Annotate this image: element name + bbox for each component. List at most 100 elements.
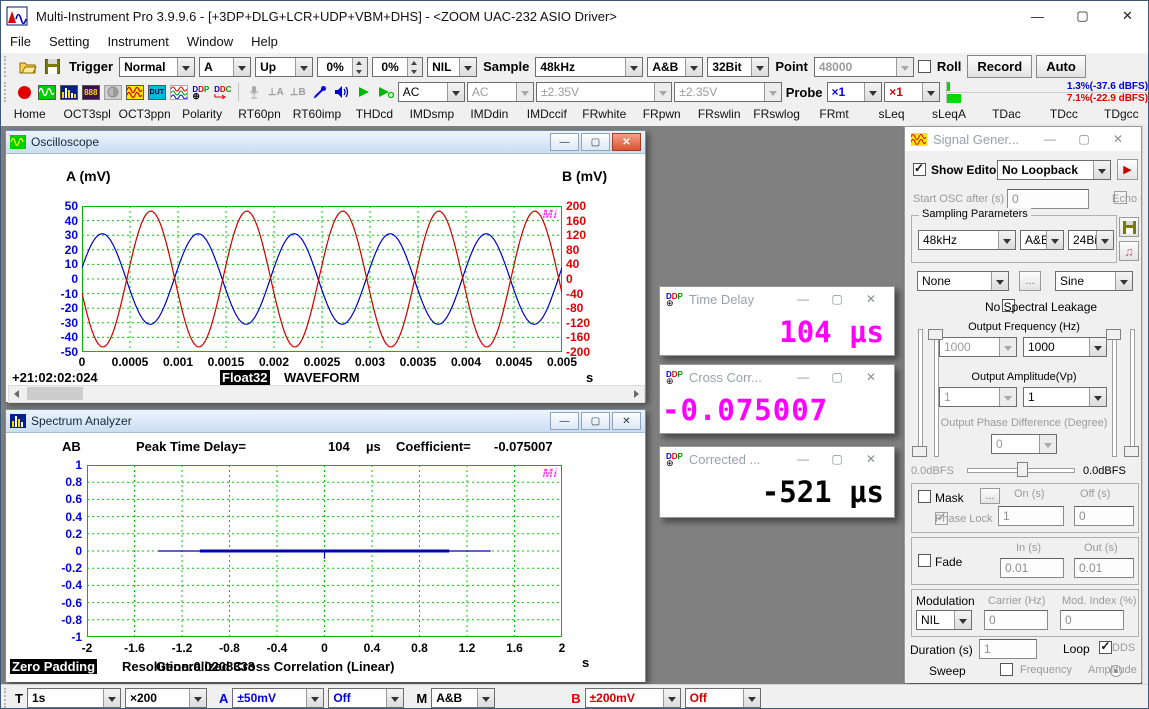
multimeter-icon[interactable]: 888: [81, 83, 101, 101]
oscilloscope-titlebar[interactable]: Oscilloscope — ▢ ✕: [6, 131, 645, 154]
generator-play-button[interactable]: ▶: [1117, 159, 1138, 180]
menu-instrument[interactable]: Instrument: [98, 31, 177, 53]
freq-b-select[interactable]: 1000: [1023, 337, 1107, 357]
restore-button[interactable]: ▢: [581, 133, 610, 151]
panel-tab[interactable]: Home: [1, 104, 58, 126]
panel-tab[interactable]: FRwhite: [576, 104, 633, 126]
show-editor-checkbox[interactable]: [913, 163, 926, 176]
restore-button[interactable]: ▢: [581, 412, 610, 430]
probe-b-select[interactable]: ×1: [884, 82, 940, 102]
panel-tab[interactable]: FRpwn: [633, 104, 690, 126]
panel-tab[interactable]: sLeqA: [920, 104, 977, 126]
panel-tab[interactable]: IMDdin: [461, 104, 518, 126]
multi-wave-icon[interactable]: [169, 83, 189, 101]
oscilloscope-icon[interactable]: [37, 83, 57, 101]
roll-checkbox[interactable]: [918, 60, 931, 73]
signal-generator-titlebar[interactable]: Signal Gener... — ▢ ✕: [905, 127, 1141, 151]
trigger-edge-select[interactable]: Up: [255, 57, 313, 77]
close-button[interactable]: ✕: [612, 412, 641, 430]
speaker-icon[interactable]: [332, 83, 352, 101]
maximize-button[interactable]: ▢: [1060, 1, 1105, 31]
menu-file[interactable]: File: [1, 31, 40, 53]
minimize-button[interactable]: —: [550, 412, 579, 430]
slider-thumb[interactable]: [1017, 462, 1028, 477]
waveform-select[interactable]: Sine: [1055, 271, 1133, 291]
trigger-level-spinner[interactable]: 0%: [317, 57, 368, 77]
spin-down-icon[interactable]: [353, 67, 367, 76]
toolbar-grip[interactable]: [4, 688, 11, 709]
slider-thumb[interactable]: [928, 329, 943, 340]
close-button[interactable]: ✕: [612, 133, 641, 151]
amp-b-select[interactable]: 1: [1023, 387, 1107, 407]
oscilloscope-plot[interactable]: Mi: [82, 206, 562, 352]
minimize-button[interactable]: —: [786, 452, 820, 466]
bit-depth-select[interactable]: 32Bit: [707, 57, 769, 77]
close-button[interactable]: ✕: [854, 292, 888, 306]
panel-tab[interactable]: Polarity: [173, 104, 230, 126]
play-icon[interactable]: [354, 83, 374, 101]
panel-tab[interactable]: RT60pn: [231, 104, 288, 126]
panel-tab[interactable]: IMDccif: [518, 104, 575, 126]
gen-bits-select[interactable]: 24Bit: [1068, 230, 1114, 250]
toolbar-grip[interactable]: [4, 82, 11, 101]
filter-b-select[interactable]: Off: [685, 688, 761, 708]
cross-correlation-titlebar[interactable]: DDP⊕ Cross Corr... — ▢ ✕: [660, 365, 894, 389]
scroll-thumb[interactable]: [27, 387, 83, 400]
spin-up-icon[interactable]: [408, 58, 422, 67]
cross-correlation-plot[interactable]: Mi: [87, 465, 562, 637]
loop-checkbox[interactable]: [1099, 641, 1112, 654]
sweep-checkbox[interactable]: [1000, 663, 1013, 676]
maximize-button[interactable]: ▢: [820, 452, 854, 466]
spin-down-icon[interactable]: [408, 67, 422, 76]
record-button[interactable]: Record: [967, 55, 1032, 78]
volume-slider-b[interactable]: [1105, 329, 1121, 457]
measure-select[interactable]: A&B: [431, 688, 495, 708]
minimize-button[interactable]: —: [786, 292, 820, 306]
ddc-icon[interactable]: DDC: [213, 83, 233, 101]
minimize-button[interactable]: —: [1015, 1, 1060, 31]
save-icon[interactable]: [42, 57, 63, 77]
zoom-select[interactable]: ×200: [125, 688, 207, 708]
trigger-source-select[interactable]: A: [199, 57, 251, 77]
panel-tab[interactable]: FRmt: [805, 104, 862, 126]
fade-checkbox[interactable]: [918, 554, 931, 567]
mask-checkbox[interactable]: [918, 490, 931, 503]
panel-tab[interactable]: TDcc: [1035, 104, 1092, 126]
horizontal-scrollbar[interactable]: [8, 385, 645, 403]
range-a-select-bottom[interactable]: ±50mV: [232, 688, 324, 708]
close-button[interactable]: ✕: [1105, 1, 1149, 31]
panel-tab[interactable]: TDgcc: [1093, 104, 1149, 126]
panel-tab[interactable]: THDcd: [346, 104, 403, 126]
loopback-select[interactable]: No Loopback: [997, 160, 1111, 180]
coupling-a-select[interactable]: AC: [398, 82, 465, 102]
play-loop-icon[interactable]: [376, 83, 396, 101]
probe-calibration-icon[interactable]: [310, 83, 330, 101]
maximize-button[interactable]: ▢: [1067, 132, 1101, 146]
spectrum-titlebar[interactable]: Spectrum Analyzer — ▢ ✕: [6, 410, 645, 433]
probe-a-select[interactable]: ×1: [827, 82, 883, 102]
filter-a-select[interactable]: Off: [328, 688, 404, 708]
gen-save-button[interactable]: [1119, 217, 1139, 237]
menu-window[interactable]: Window: [178, 31, 242, 53]
minimize-button[interactable]: —: [550, 133, 579, 151]
minimize-button[interactable]: —: [786, 370, 820, 384]
panel-tab[interactable]: OCT3ppn: [116, 104, 173, 126]
gen-sampling-rate-select[interactable]: 48kHz: [918, 230, 1016, 250]
maximize-button[interactable]: ▢: [820, 370, 854, 384]
slider-thumb[interactable]: [1106, 329, 1121, 340]
range-b-select-bottom[interactable]: ±200mV: [585, 688, 681, 708]
modulation-select[interactable]: NIL: [916, 610, 972, 630]
vertical-scrollbar[interactable]: [1142, 126, 1149, 684]
close-button[interactable]: ✕: [854, 370, 888, 384]
sampling-rate-select[interactable]: 48kHz: [535, 57, 643, 77]
panel-tab[interactable]: TDac: [978, 104, 1035, 126]
mask-wave-select[interactable]: None: [917, 271, 1009, 291]
sampling-channels-select[interactable]: A&B: [647, 57, 703, 77]
spin-up-icon[interactable]: [353, 58, 367, 67]
panel-tab[interactable]: RT60imp: [288, 104, 345, 126]
panel-tab[interactable]: sLeq: [863, 104, 920, 126]
menu-setting[interactable]: Setting: [40, 31, 98, 53]
data-recorder-icon[interactable]: [125, 83, 145, 101]
trigger-frequency-select[interactable]: NIL: [427, 57, 477, 77]
balance-slider[interactable]: [967, 461, 1075, 477]
